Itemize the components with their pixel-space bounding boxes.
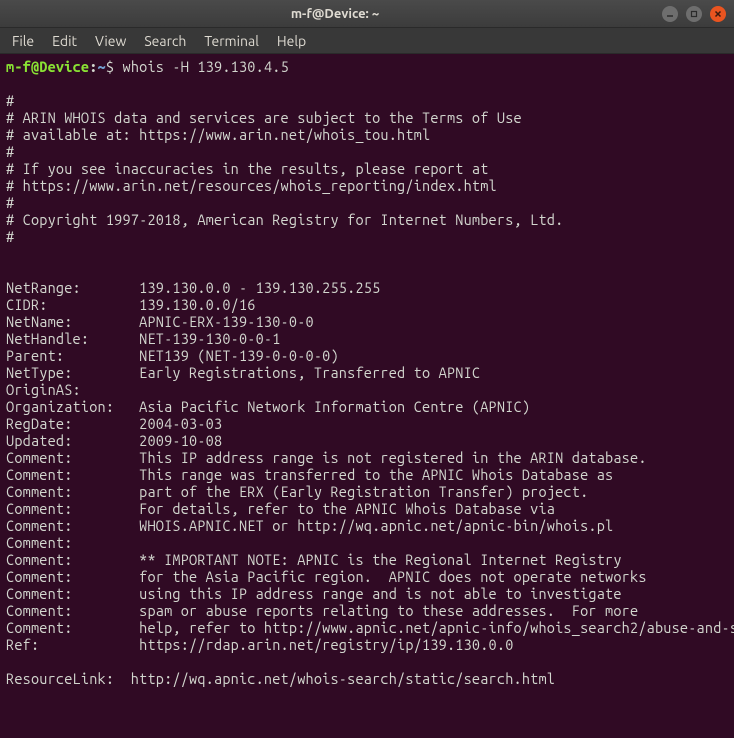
menu-edit[interactable]: Edit [44,30,85,52]
close-button[interactable] [710,6,726,22]
minimize-button[interactable] [662,6,678,22]
prompt-path: ~ [98,58,106,75]
window-controls [662,6,726,22]
menu-terminal[interactable]: Terminal [196,30,267,52]
terminal-content[interactable]: m-f@Device:~$ whois -H 139.130.4.5 # # A… [0,54,734,738]
menu-file[interactable]: File [4,30,42,52]
maximize-icon [690,10,698,18]
command-text: whois -H 139.130.4.5 [123,58,289,75]
menu-search[interactable]: Search [136,30,194,52]
minimize-icon [666,10,674,18]
window-titlebar: m-f@Device: ~ [0,0,734,28]
menubar: File Edit View Search Terminal Help [0,28,734,54]
prompt-user-host: m-f@Device [6,58,89,75]
maximize-button[interactable] [686,6,702,22]
prompt-colon: : [89,58,97,75]
prompt-dollar: $ [106,58,123,75]
terminal-output: # # ARIN WHOIS data and services are sub… [6,92,734,687]
menu-view[interactable]: View [87,30,134,52]
menu-help[interactable]: Help [269,30,314,52]
close-icon [714,10,722,18]
window-title: m-f@Device: ~ [8,7,662,21]
